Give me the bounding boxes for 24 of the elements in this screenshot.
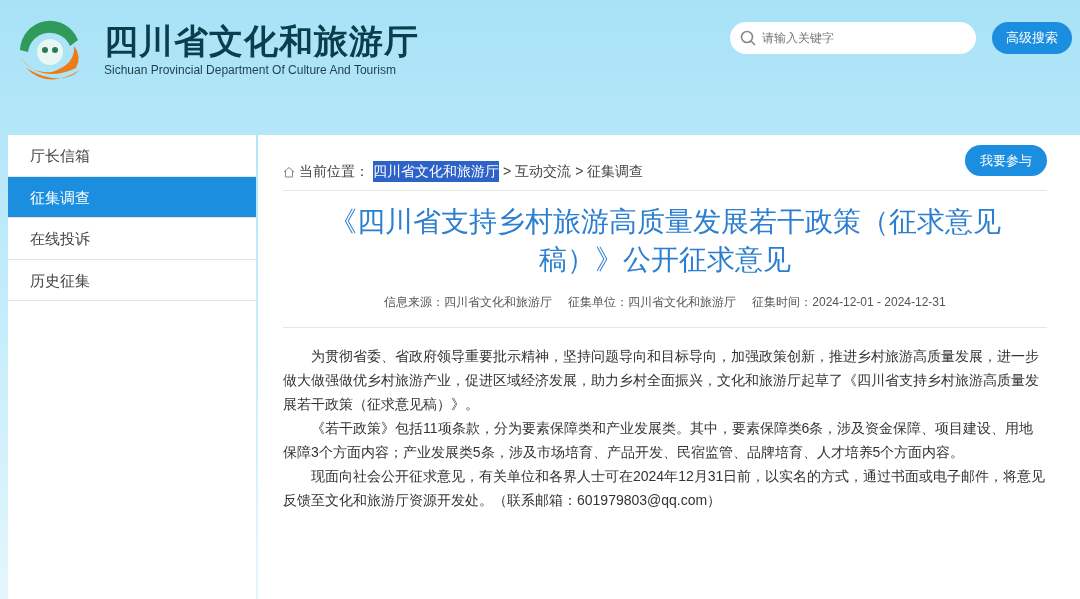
- site-title: 四川省文化和旅游厅: [104, 20, 419, 62]
- breadcrumb-link[interactable]: 互动交流: [515, 161, 572, 182]
- breadcrumb-label: 当前位置：: [299, 162, 369, 181]
- meta-text: 征集时间：2024-12-01 - 2024-12-31: [752, 293, 946, 311]
- breadcrumb-link[interactable]: 四川省文化和旅游厅: [373, 161, 499, 182]
- breadcrumb-link[interactable]: 征集调查: [587, 161, 644, 182]
- paragraph: 为贯彻省委、省政府领导重要批示精神，坚持问题导向和目标导向，加强政策创新，推进乡村旅游高质量发展，进一步做大做强做优乡村旅游产业，促进区域经济发展，助力乡村全面振兴，文化和旅游厅起草了《四川省支持乡村旅游高质量发展若干政策（征求意见稿）》。: [283, 346, 1040, 414]
- advanced-search-button[interactable]: 高级搜索: [992, 22, 1072, 54]
- article-title: 《四川省支持乡村旅游高质量发展若干政策（征求意见稿）》公开征求意见: [328, 205, 1002, 277]
- paragraph: 《若干政策》包括11项条款，分为要素保障类和产业发展类。其中，要素保障类6条，涉及资金保障、项目建设、用地保障3个方面内容；产业发展类5条，涉及市场培育、产品开发、民宿监管、品牌培育、人才培养5个方面内容。: [283, 418, 1035, 462]
- breadcrumb-separator: >: [575, 162, 584, 181]
- breadcrumb-separator: >: [503, 162, 512, 181]
- sidebar-item[interactable]: 厅长信箱: [8, 135, 256, 177]
- meta-text: 征集单位：四川省文化和旅游厅: [568, 293, 737, 311]
- meta-text: 信息来源：四川省文化和旅游厅: [384, 293, 553, 311]
- sidebar-item[interactable]: 历史征集: [8, 259, 256, 301]
- paragraph: 现面向社会公开征求意见，有关单位和各界人士可在2024年12月31日前，以实名的方式，通过书面或电子邮件，将意见反馈至文化和旅游厅资源开发处。（联系邮箱：601979803@qq.com）: [283, 466, 1047, 510]
- sidebar-item[interactable]: 在线投诉: [8, 218, 256, 260]
- sidebar-item[interactable]: 征集调查: [8, 176, 256, 218]
- search-icon: [740, 30, 756, 46]
- participate-button[interactable]: 我要参与: [965, 145, 1047, 176]
- site-subtitle: Sichuan Provincial Department Of Culture And Tourism: [104, 62, 397, 80]
- search-field[interactable]: 请输入关键字: [730, 22, 976, 54]
- home-icon: [283, 165, 295, 178]
